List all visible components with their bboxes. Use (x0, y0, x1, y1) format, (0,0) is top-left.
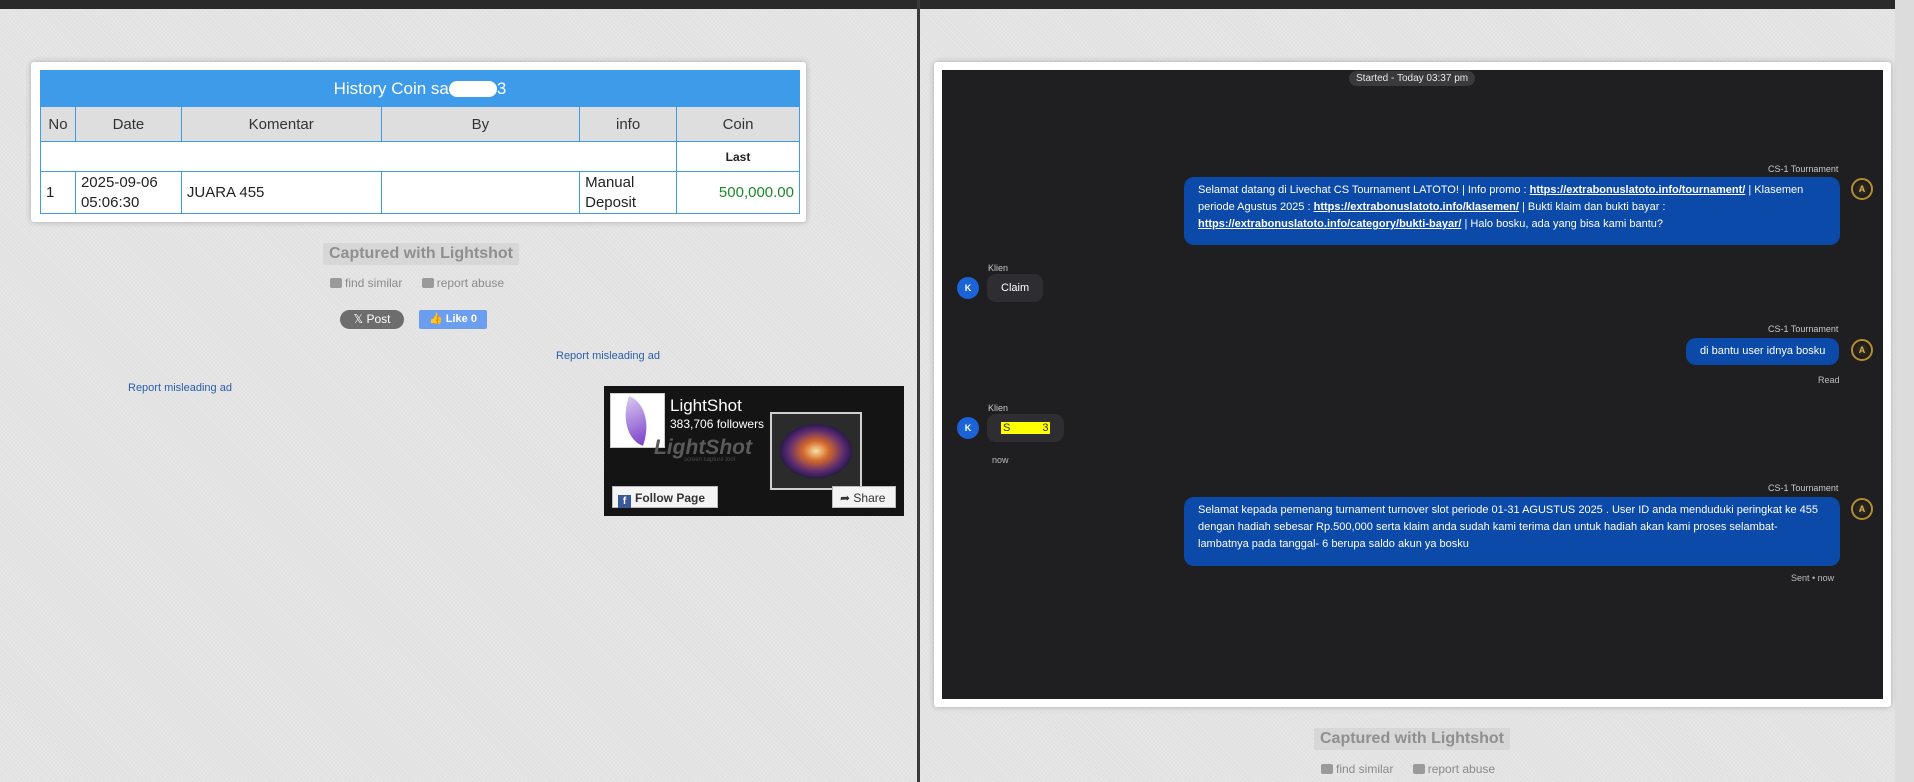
screenshot-image-right: Started - Today 03:37 pm CS-1 Tournament… (934, 62, 1891, 707)
column-header-by: By (380, 106, 581, 142)
client-message: Claim (987, 274, 1044, 302)
screenshot-image-left: History Coin sa 3 No Date Komentar By inf… (31, 62, 806, 222)
facebook-page-widget[interactable]: LightShot 383,706 followers LightShot sc… (604, 386, 904, 516)
coin-history-table: History Coin sa 3 No Date Komentar By inf… (39, 70, 800, 214)
feather-icon (614, 396, 658, 446)
clipboard-icon (1412, 764, 1425, 774)
redaction-mask (1010, 423, 1043, 434)
cell-by (380, 171, 581, 214)
cover-preview-image (770, 412, 862, 490)
galaxy-image (780, 424, 852, 478)
sent-status: Sent • now (1791, 573, 1835, 583)
livechat-window: Started - Today 03:37 pm CS-1 Tournament… (942, 70, 1883, 699)
captured-with-lightshot-right[interactable]: Captured with Lightshot (1314, 728, 1510, 750)
sender-name: Klien (988, 263, 1009, 273)
column-header-info: info (579, 106, 678, 142)
client-avatar: K (957, 417, 979, 439)
promo-link[interactable]: https://extrabonuslatoto.info/tournament… (1530, 184, 1746, 196)
share-button[interactable]: ➦ Share (832, 486, 896, 508)
cell-komentar: JUARA 455 (180, 171, 382, 214)
sender-name: CS-1 Tournament (1768, 324, 1839, 334)
client-avatar: K (957, 277, 979, 299)
cell-info: Manual Deposit (579, 171, 678, 214)
message-time: now (992, 455, 1009, 465)
clipboard-icon (421, 278, 434, 288)
agent-message: Selamat datang di Livechat CS Tournament… (1184, 177, 1840, 245)
fb-followers-count: 383,706 followers (670, 417, 765, 431)
top-bar (0, 0, 1914, 9)
captured-with-lightshot-left[interactable]: Captured with Lightshot (323, 243, 519, 265)
agent-avatar: A (1851, 339, 1873, 361)
report-abuse-link[interactable]: report abuse (421, 276, 512, 290)
report-misleading-ad-link[interactable]: Report misleading ad (556, 350, 660, 362)
image-actions-right: find similar report abuse (1321, 762, 1511, 776)
cell-coin: 500,000.00 (676, 171, 800, 214)
find-similar-link[interactable]: find similar (1321, 762, 1401, 776)
lightshot-brand-subtitle: screen capture tool (684, 457, 736, 463)
bukti-bayar-link[interactable]: https://extrabonuslatoto.info/category/b… (1198, 218, 1461, 230)
cell-date: 2025-09-06 05:06:30 (74, 171, 182, 214)
report-misleading-ad-link[interactable]: Report misleading ad (128, 382, 232, 394)
find-similar-link[interactable]: find similar (330, 276, 410, 290)
scrollbar-gutter (1895, 0, 1914, 782)
sender-name: CS-1 Tournament (1768, 483, 1839, 493)
agent-avatar: A (1851, 178, 1873, 200)
read-status: Read (1818, 375, 1840, 385)
sender-name: CS-1 Tournament (1768, 164, 1839, 174)
follow-page-button[interactable]: f Follow Page (612, 486, 718, 508)
facebook-icon: f (618, 495, 631, 508)
column-header-no: No (40, 106, 76, 142)
fb-page-name[interactable]: LightShot (670, 396, 742, 416)
pane-divider[interactable] (917, 0, 920, 782)
x-post-button[interactable]: 𝕏 Post (340, 310, 404, 329)
report-abuse-link[interactable]: report abuse (1412, 762, 1503, 776)
agent-avatar: A (1851, 498, 1873, 520)
last-label: Last (676, 141, 800, 172)
klasemen-link[interactable]: https://extrabonuslatoto.info/klasemen/ (1314, 201, 1519, 213)
column-header-date: Date (74, 106, 182, 142)
camera-icon (1321, 764, 1333, 774)
share-arrow-icon: ➦ (840, 491, 854, 505)
redaction-mask (448, 81, 497, 98)
table-title: History Coin sa 3 (40, 70, 800, 107)
highlighted-user-id: S3 (1001, 422, 1051, 434)
cell-no: 1 (40, 171, 76, 214)
client-message: S3 (987, 414, 1065, 442)
column-header-komentar: Komentar (180, 106, 382, 142)
camera-icon (330, 278, 342, 288)
sender-name: Klien (988, 403, 1009, 413)
column-header-coin: Coin (676, 106, 800, 142)
agent-message: di bantu user idnya bosku (1686, 338, 1840, 365)
image-actions-left: find similar report abuse (330, 276, 520, 290)
facebook-like-button[interactable]: 👍 Like 0 (419, 310, 487, 329)
agent-message: Selamat kepada pemenang turnament turnov… (1184, 497, 1840, 566)
table-row: 1 2025-09-06 05:06:30 JUARA 455 Manual Dep… (40, 171, 800, 214)
chat-started-label: Started - Today 03:37 pm (1349, 71, 1476, 86)
last-row-spacer (39, 141, 678, 172)
